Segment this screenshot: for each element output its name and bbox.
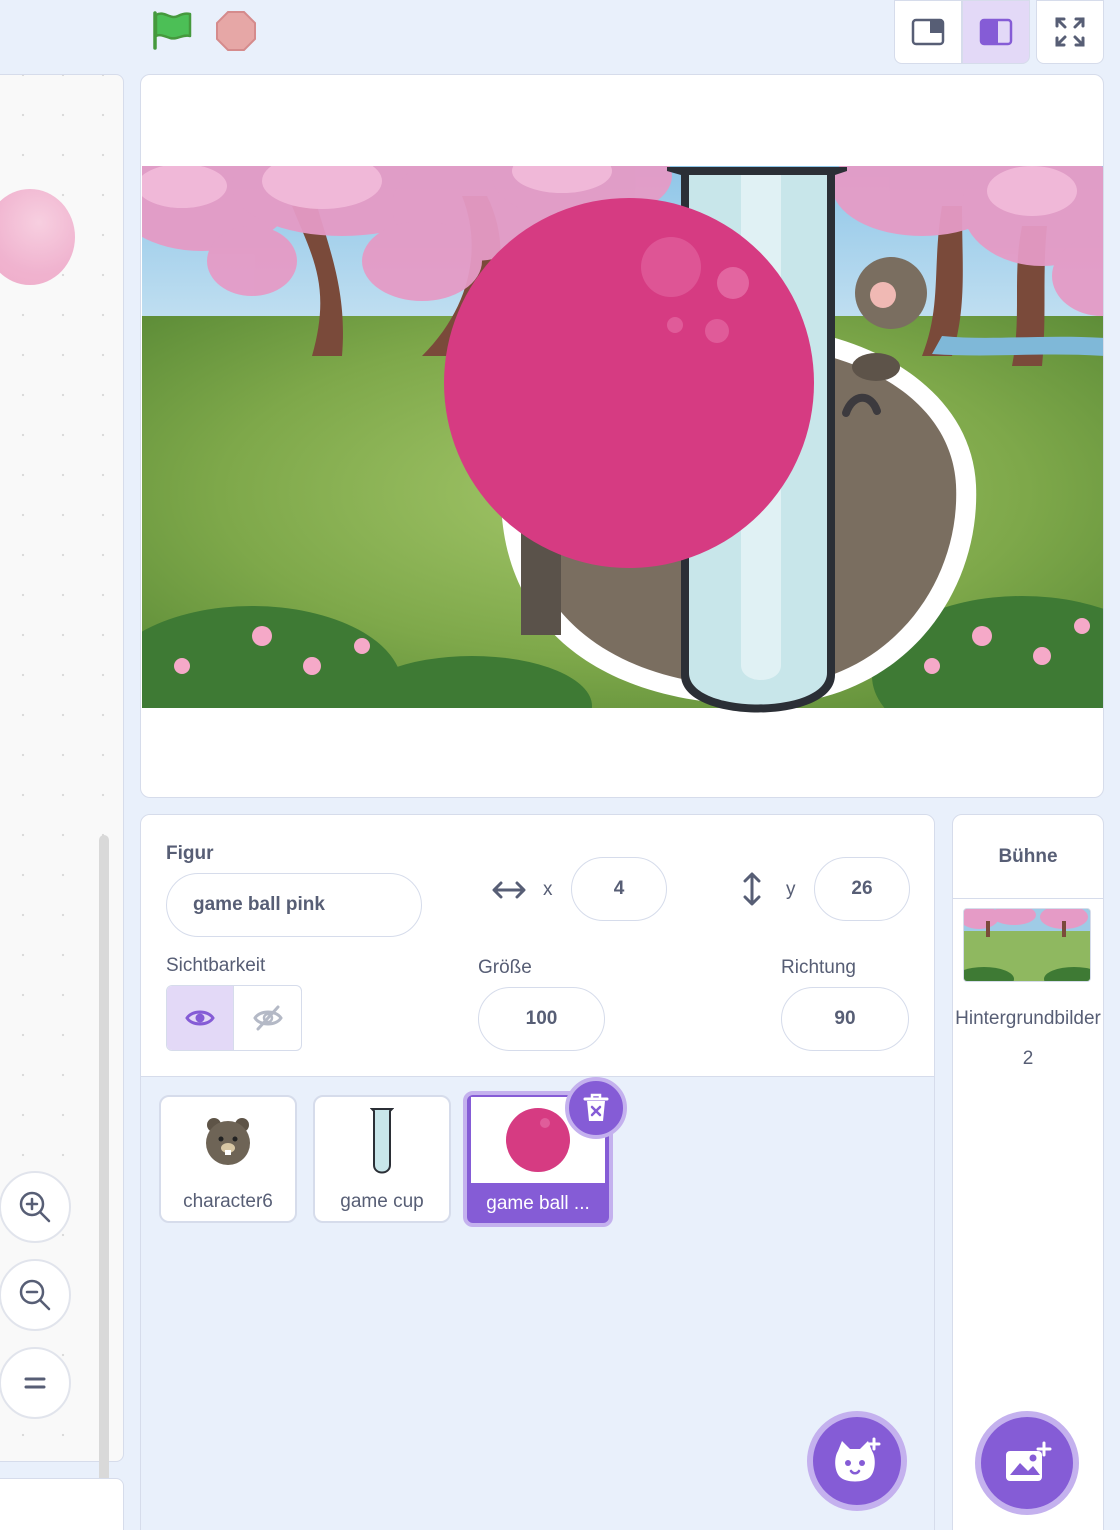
- stop-button[interactable]: [214, 9, 258, 53]
- add-sprite-button[interactable]: [807, 1411, 907, 1511]
- zoom-out-button[interactable]: [0, 1259, 71, 1331]
- code-area-footer: [0, 1478, 124, 1530]
- sprite-name-input[interactable]: game ball pink: [166, 873, 422, 937]
- sprite-tile-character6[interactable]: character6: [159, 1095, 297, 1223]
- add-backdrop-icon: [1006, 1441, 1052, 1481]
- backdrops-count: 2: [1022, 1048, 1034, 1069]
- fullscreen-button[interactable]: [1036, 0, 1104, 64]
- equals-icon: [24, 1377, 46, 1389]
- script-block-fragment[interactable]: [0, 189, 75, 285]
- vertical-scrollbar[interactable]: [99, 835, 109, 1515]
- zoom-in-icon: [19, 1191, 51, 1223]
- stage-backdrop: [142, 166, 1103, 708]
- stage[interactable]: [140, 74, 1104, 798]
- large-stage-button[interactable]: [962, 0, 1030, 64]
- pink-ball-icon: [506, 1108, 570, 1172]
- bear-icon: [206, 1118, 250, 1165]
- horizontal-arrows-icon: [492, 881, 526, 899]
- hide-sprite-button[interactable]: [234, 986, 301, 1050]
- eye-hidden-icon: [252, 1005, 283, 1031]
- sprite-tile-game-cup[interactable]: game cup: [313, 1095, 451, 1223]
- visibility-label: Sichtbarkeit: [166, 955, 266, 976]
- sprite-tile-label: character6: [183, 1191, 273, 1212]
- green-flag-button[interactable]: [150, 10, 194, 50]
- vertical-arrows-icon: [743, 872, 761, 906]
- sprite-tile-label: game cup: [340, 1191, 424, 1212]
- add-backdrop-button[interactable]: [975, 1411, 1079, 1515]
- sprite-info-panel: Figur game ball pink x 4 y 26 Sichtbarke…: [141, 815, 934, 1077]
- zoom-reset-button[interactable]: [0, 1347, 71, 1419]
- size-input[interactable]: 100: [478, 987, 605, 1051]
- stage-selector[interactable]: Bühne Hintergrundbilder 2: [952, 814, 1104, 1530]
- green-flag-icon: [153, 11, 192, 50]
- small-stage-button[interactable]: [894, 0, 962, 64]
- fullscreen-icon: [1055, 17, 1085, 47]
- x-label: x: [543, 879, 553, 900]
- code-workspace[interactable]: [0, 74, 124, 1530]
- backdrop-thumbnail[interactable]: [963, 908, 1091, 982]
- large-stage-icon: [979, 18, 1013, 46]
- direction-label: Richtung: [781, 957, 856, 978]
- show-sprite-button[interactable]: [167, 986, 234, 1050]
- sprite-thumbnail: [315, 1101, 449, 1181]
- test-tube-icon: [370, 1108, 394, 1174]
- sprite-tile-label: game ball ...: [486, 1193, 590, 1214]
- direction-input[interactable]: 90: [781, 987, 909, 1051]
- x-position-input[interactable]: 4: [571, 857, 667, 921]
- stage-title: Bühne: [953, 815, 1103, 899]
- eye-icon: [185, 1010, 215, 1026]
- y-position-input[interactable]: 26: [814, 857, 910, 921]
- zoom-out-icon: [19, 1279, 51, 1311]
- sprite-name-label: Figur: [166, 843, 214, 864]
- size-label: Größe: [478, 957, 532, 978]
- backdrops-label: Hintergrundbilder: [955, 1008, 1101, 1029]
- sprite-thumbnail: [161, 1101, 295, 1181]
- trash-icon: [583, 1093, 609, 1121]
- stop-sign-icon: [216, 11, 256, 51]
- sprite-pane: Figur game ball pink x 4 y 26 Sichtbarke…: [140, 814, 935, 1530]
- visibility-toggle: [166, 985, 302, 1051]
- small-stage-icon: [911, 18, 945, 46]
- zoom-in-button[interactable]: [0, 1171, 71, 1243]
- add-sprite-cat-icon: [835, 1437, 881, 1482]
- delete-sprite-button[interactable]: [565, 1077, 627, 1139]
- y-label: y: [786, 879, 796, 900]
